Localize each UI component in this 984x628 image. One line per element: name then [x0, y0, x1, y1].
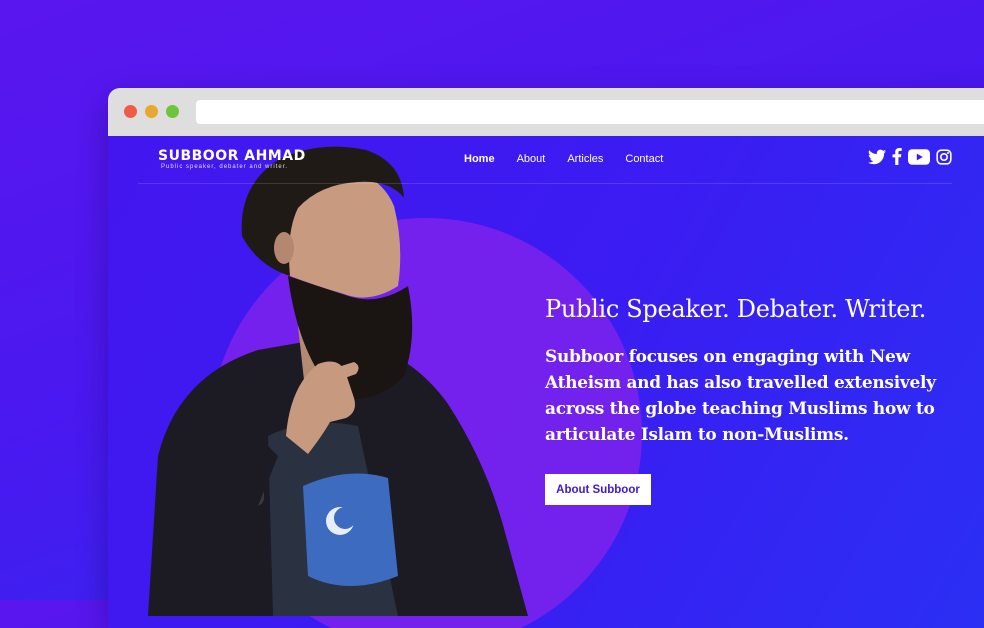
instagram-icon[interactable] [936, 148, 952, 165]
about-subboor-button[interactable]: About Subboor [545, 474, 651, 505]
youtube-icon[interactable] [908, 148, 930, 165]
close-window-dot[interactable] [124, 105, 137, 118]
brand-tagline: Public speaker, debater and writer. [161, 164, 289, 170]
nav-contact-link[interactable]: Contact [625, 152, 663, 166]
hero-title: Public Speaker. Debater. Writer. [545, 295, 927, 323]
nav-home-link[interactable]: Home [464, 152, 495, 166]
address-bar[interactable] [196, 100, 984, 124]
nav-about-link[interactable]: About [517, 152, 546, 166]
twitter-icon[interactable] [868, 149, 886, 165]
brand-name: SUBBOOR AHMAD [158, 148, 306, 164]
site-header: SUBBOOR AHMAD Public speaker, debater an… [138, 136, 952, 184]
nav-articles-link[interactable]: Articles [567, 152, 603, 166]
browser-chrome [108, 88, 984, 137]
hero-description: Subboor focuses on engaging with New Ath… [545, 347, 936, 445]
hero-text: Public Speaker. Debater. Writer. Subboor… [545, 294, 945, 448]
minimize-window-dot[interactable] [145, 105, 158, 118]
browser-window: SUBBOOR AHMAD Public speaker, debater an… [108, 88, 984, 628]
brand-logo[interactable]: SUBBOOR AHMAD Public speaker, debater an… [158, 148, 306, 171]
speaker-photo [148, 146, 528, 616]
maximize-window-dot[interactable] [166, 105, 179, 118]
social-links [868, 148, 952, 165]
website-viewport: SUBBOOR AHMAD Public speaker, debater an… [108, 136, 984, 628]
main-nav: Home About Articles Contact [464, 152, 663, 166]
facebook-icon[interactable] [892, 148, 902, 165]
